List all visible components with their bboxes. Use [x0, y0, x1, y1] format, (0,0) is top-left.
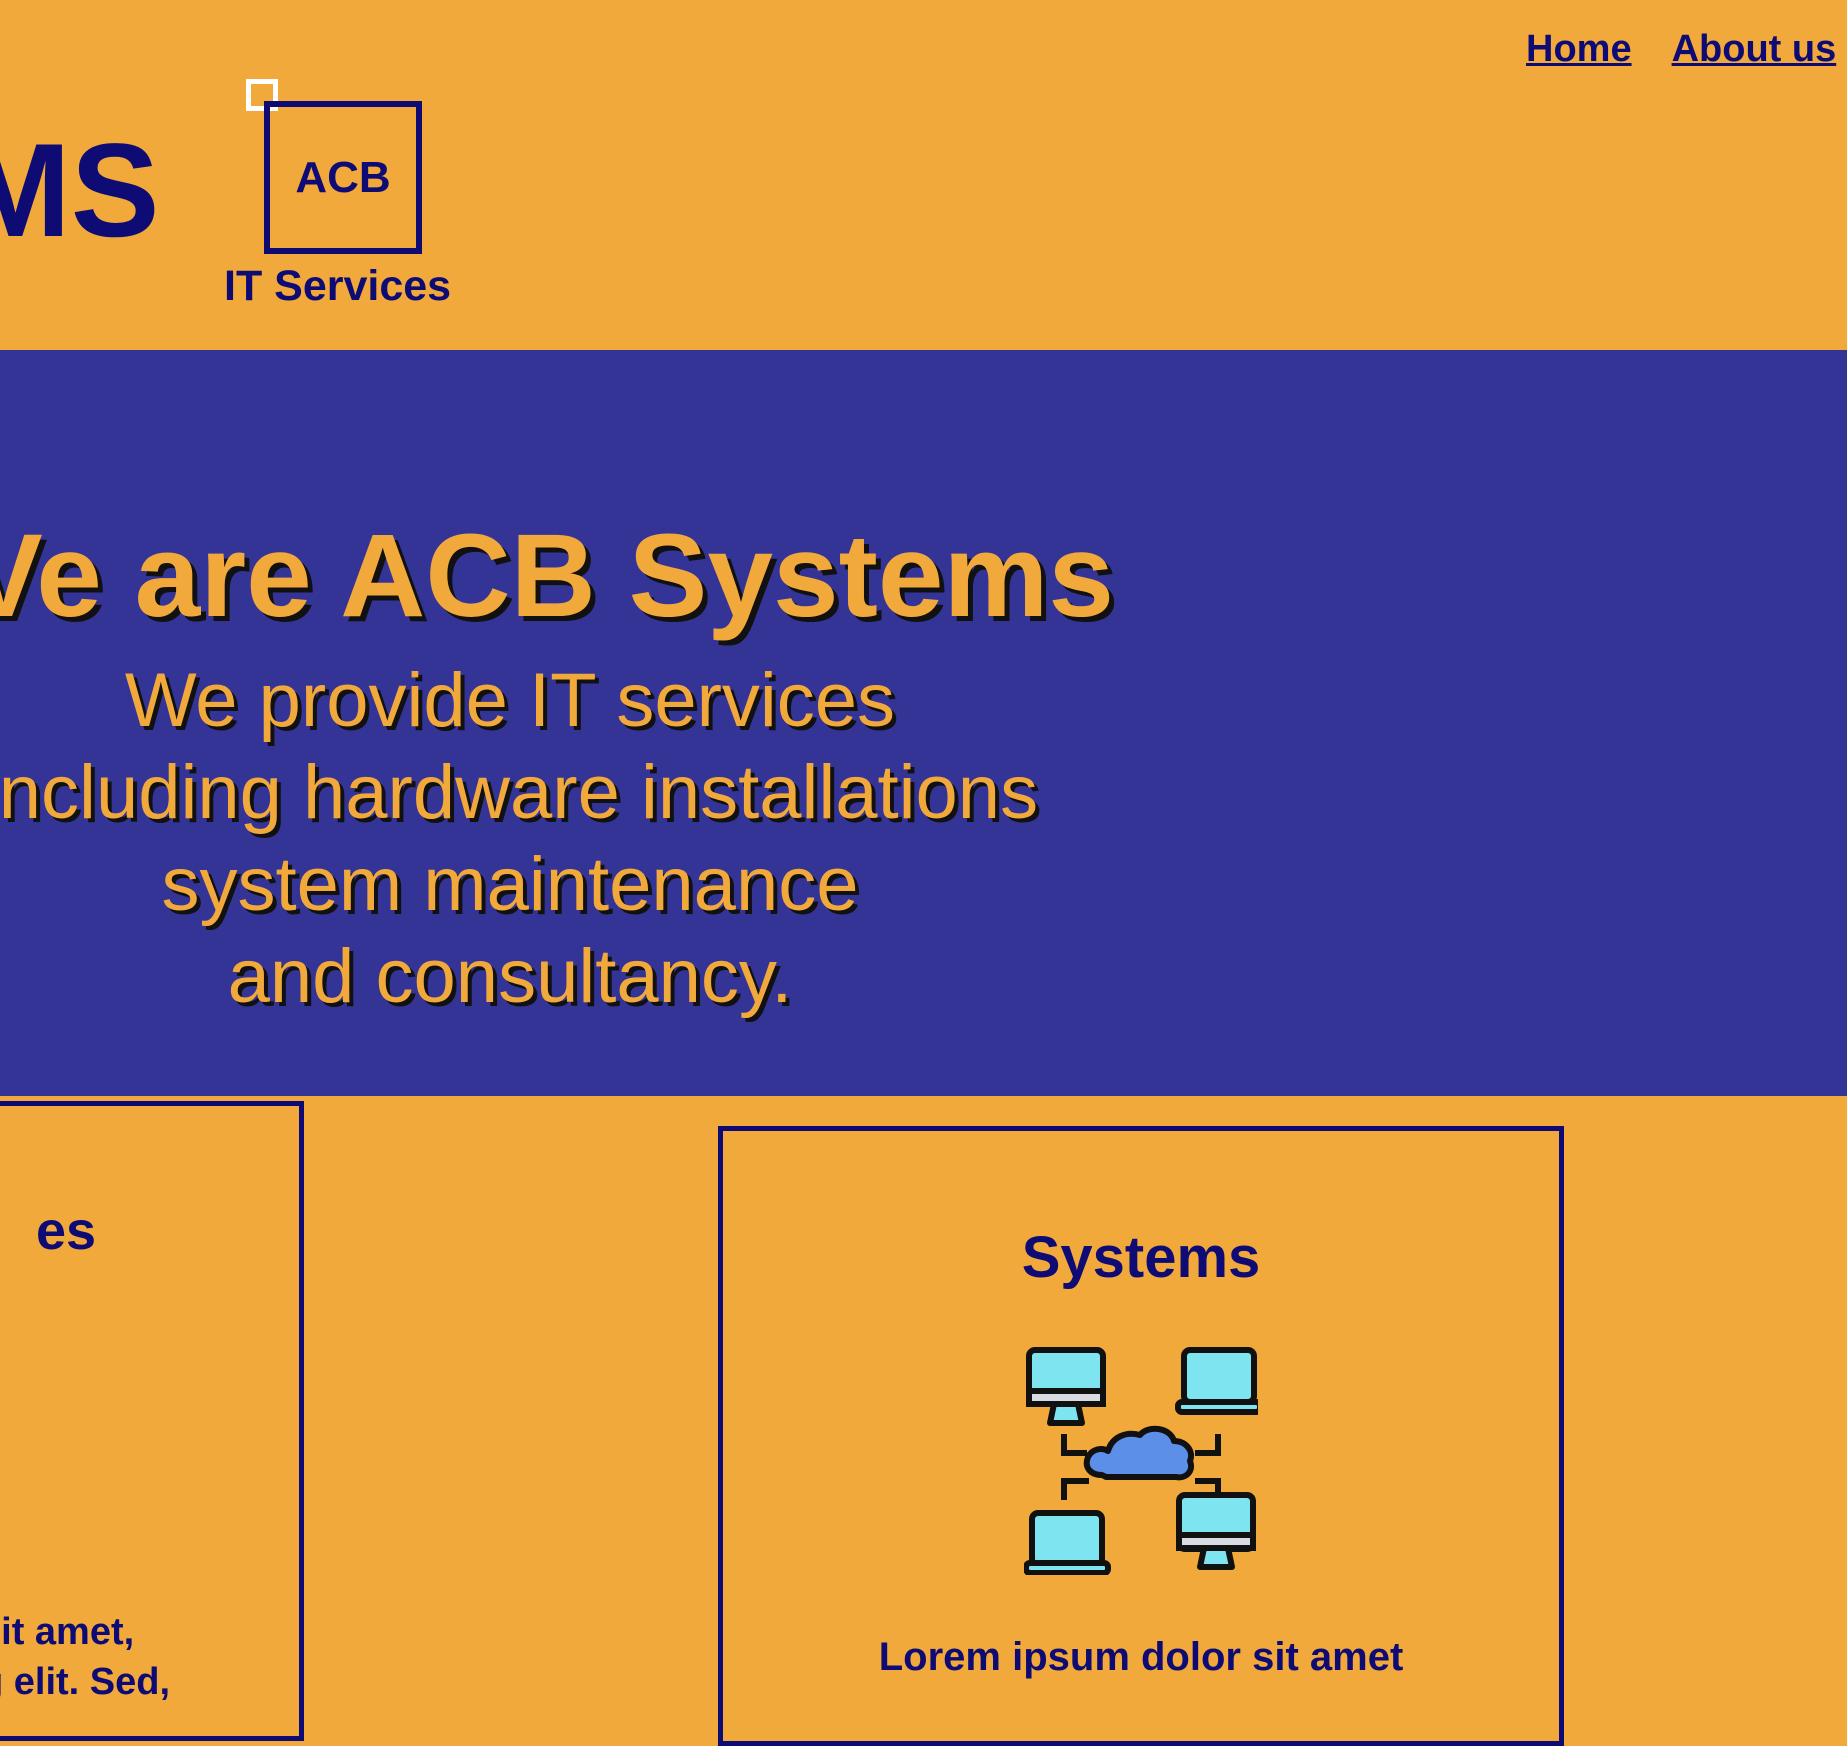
nav-link-about-us[interactable]: About us [1672, 28, 1837, 71]
site-header: MS ACB IT Services Home About us [0, 0, 1847, 350]
hero-title: Ve are ACB Systems [0, 510, 1115, 643]
network-cloud-icon [1024, 1347, 1258, 1575]
hero-section: Ve are ACB Systems We provide IT service… [0, 350, 1847, 1096]
card-desc-line: g elit. Sed, [0, 1661, 171, 1703]
monitor-icon [1026, 1347, 1106, 1426]
hero-line: system maintenance [161, 842, 859, 927]
laptop-icon [1175, 1347, 1258, 1415]
service-card-systems-description: Lorem ipsum dolor sit amet [718, 1632, 1564, 1682]
logo-caption: IT Services [224, 262, 452, 310]
logo-text: ACB [295, 152, 391, 202]
logo-box[interactable]: ACB [264, 101, 422, 254]
monitor-icon [1176, 1492, 1256, 1570]
brand-name: MS [0, 117, 160, 265]
top-nav: Home About us [1526, 28, 1836, 71]
hero-line: and consultancy. [227, 934, 793, 1019]
card-desc-line: Lorem ipsum dolor sit amet [878, 1635, 1404, 1679]
hero-line: including hardware installations [0, 750, 1039, 835]
nav-link-home[interactable]: Home [1526, 28, 1632, 71]
laptop-icon [1024, 1510, 1111, 1575]
service-card-left-description: sit amet, g elit. Sed, [0, 1607, 170, 1707]
service-card-systems-title: Systems [1021, 1225, 1261, 1290]
hero-line: We provide IT services [124, 658, 896, 743]
card-desc-line: sit amet, [0, 1611, 135, 1653]
hero-description: We provide IT services including hardwar… [0, 655, 1080, 1023]
service-card-left-title: es [36, 1201, 97, 1261]
